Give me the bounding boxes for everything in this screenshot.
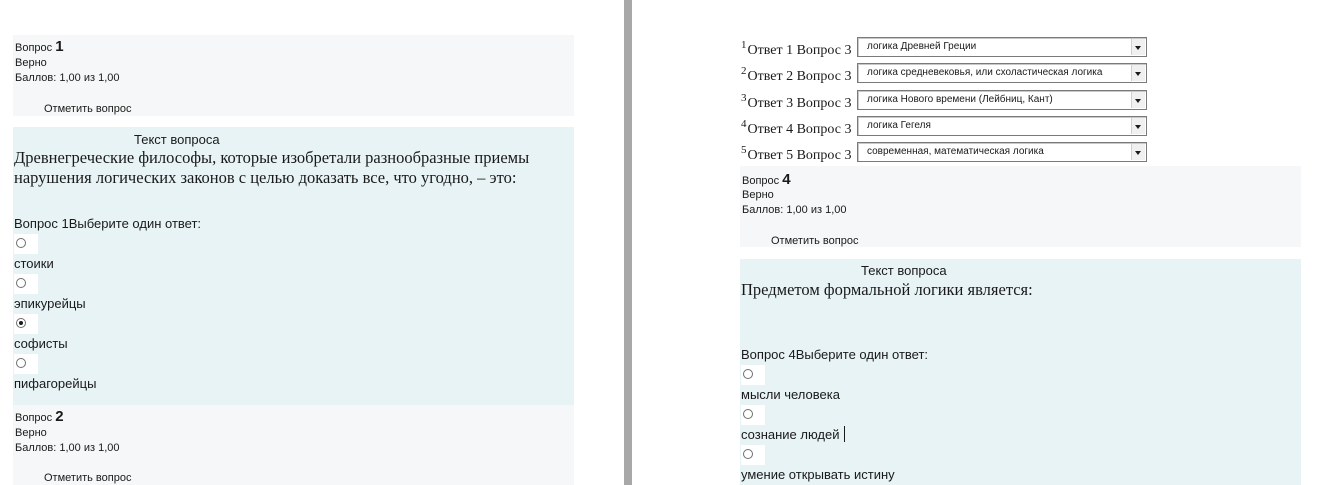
match-label: 5Ответ 5 Вопрос 3: [741, 144, 852, 163]
question-status: Верно: [15, 57, 47, 69]
question-content-4: Текст вопроса Предметом формальной логик…: [740, 259, 1301, 485]
question-prefix: Вопрос: [742, 175, 780, 187]
question-text-line-2: нарушения логических законов с целью док…: [14, 168, 517, 187]
question-number: 2: [55, 408, 64, 425]
question-score: Баллов: 1,00 из 1,00: [15, 442, 120, 454]
radio-option-3[interactable]: [741, 445, 765, 465]
radio-option-2[interactable]: [14, 274, 38, 294]
select-value: логика Нового времени (Лейбниц, Кант): [867, 94, 1053, 105]
page-gap-bar: [624, 0, 632, 485]
question-prefix: Вопрос: [15, 42, 53, 54]
question-score: Баллов: 1,00 из 1,00: [742, 204, 847, 216]
option-label-1: стоики: [14, 256, 54, 271]
radio-circle-icon[interactable]: [16, 358, 26, 368]
match-select-2[interactable]: логика средневековья, или схоластическая…: [857, 63, 1147, 83]
match-select-3[interactable]: логика Нового времени (Лейбниц, Кант): [857, 90, 1147, 110]
match-label: 1Ответ 1 Вопрос 3: [741, 39, 852, 58]
radio-option-2[interactable]: [741, 405, 765, 425]
question-text-label: Текст вопроса: [134, 132, 220, 147]
question-text-line-1: Древнегреческие философы, которые изобре…: [14, 148, 530, 167]
question-content-1: Текст вопроса Древнегреческие философы, …: [13, 127, 574, 405]
option-label-2: сознание людей: [741, 427, 840, 442]
option-label-2: эпикурейцы: [14, 296, 86, 311]
radio-option-3[interactable]: [14, 314, 38, 334]
radio-circle-icon[interactable]: [743, 449, 753, 459]
dropdown-arrow-icon[interactable]: [1131, 39, 1145, 55]
match-label: 3Ответ 3 Вопрос 3: [741, 92, 852, 111]
radio-circle-icon[interactable]: [743, 369, 753, 379]
radio-circle-icon[interactable]: [743, 409, 753, 419]
answer-prompt: Вопрос 4Выберите один ответ:: [741, 347, 929, 362]
question-number: 1: [55, 38, 64, 55]
radio-circle-icon[interactable]: [16, 278, 26, 288]
document-page-left: Вопрос 1 Верно Баллов: 1,00 из 1,00 Отме…: [0, 0, 622, 485]
radio-option-4[interactable]: [14, 354, 38, 374]
select-value: логика Древней Греции: [867, 41, 977, 52]
match-select-5[interactable]: современная, математическая логика: [857, 142, 1147, 162]
option-label-3: умение открывать истину: [741, 467, 895, 482]
question-number-line: Вопрос 1: [15, 38, 64, 55]
radio-checked-icon[interactable]: [16, 318, 26, 328]
question-info-2: Вопрос 2 Верно Баллов: 1,00 из 1,00 Отме…: [13, 405, 574, 485]
question-number-line: Вопрос 2: [15, 408, 64, 425]
dropdown-arrow-icon[interactable]: [1131, 65, 1145, 81]
flag-question-link[interactable]: Отметить вопрос: [44, 103, 131, 115]
question-number-line: Вопрос 4: [742, 171, 791, 188]
dropdown-arrow-icon[interactable]: [1131, 92, 1145, 108]
select-value: логика Гегеля: [867, 120, 931, 131]
question-status: Верно: [742, 189, 774, 201]
flag-question-link[interactable]: Отметить вопрос: [44, 472, 131, 484]
question-info-1: Вопрос 1 Верно Баллов: 1,00 из 1,00 Отме…: [13, 35, 574, 116]
answer-prompt: Вопрос 1Выберите один ответ:: [14, 216, 202, 231]
question-text-label: Текст вопроса: [861, 263, 947, 278]
match-label: 2Ответ 2 Вопрос 3: [741, 65, 852, 84]
option-label-1: мысли человека: [741, 387, 840, 402]
match-label: 4Ответ 4 Вопрос 3: [741, 118, 852, 137]
match-select-1[interactable]: логика Древней Греции: [857, 37, 1147, 57]
question-number: 4: [782, 171, 791, 188]
flag-question-link[interactable]: Отметить вопрос: [771, 235, 858, 247]
question-info-4: Вопрос 4 Верно Баллов: 1,00 из 1,00 Отме…: [740, 166, 1301, 247]
question-text-line-1: Предметом формальной логики является:: [741, 280, 1033, 299]
option-label-4: пифагорейцы: [14, 376, 97, 391]
dropdown-arrow-icon[interactable]: [1131, 144, 1145, 160]
match-select-4[interactable]: логика Гегеля: [857, 116, 1147, 136]
text-cursor: [844, 426, 845, 442]
option-label-3: софисты: [14, 336, 68, 351]
radio-option-1[interactable]: [14, 234, 38, 254]
question-status: Верно: [15, 427, 47, 439]
select-value: современная, математическая логика: [867, 146, 1044, 157]
radio-option-1[interactable]: [741, 365, 765, 385]
question-score: Баллов: 1,00 из 1,00: [15, 72, 120, 84]
page-separator: [622, 0, 638, 485]
radio-circle-icon[interactable]: [16, 238, 26, 248]
select-value: логика средневековья, или схоластическая…: [867, 67, 1103, 78]
question-prefix: Вопрос: [15, 412, 53, 424]
dropdown-arrow-icon[interactable]: [1131, 118, 1145, 134]
